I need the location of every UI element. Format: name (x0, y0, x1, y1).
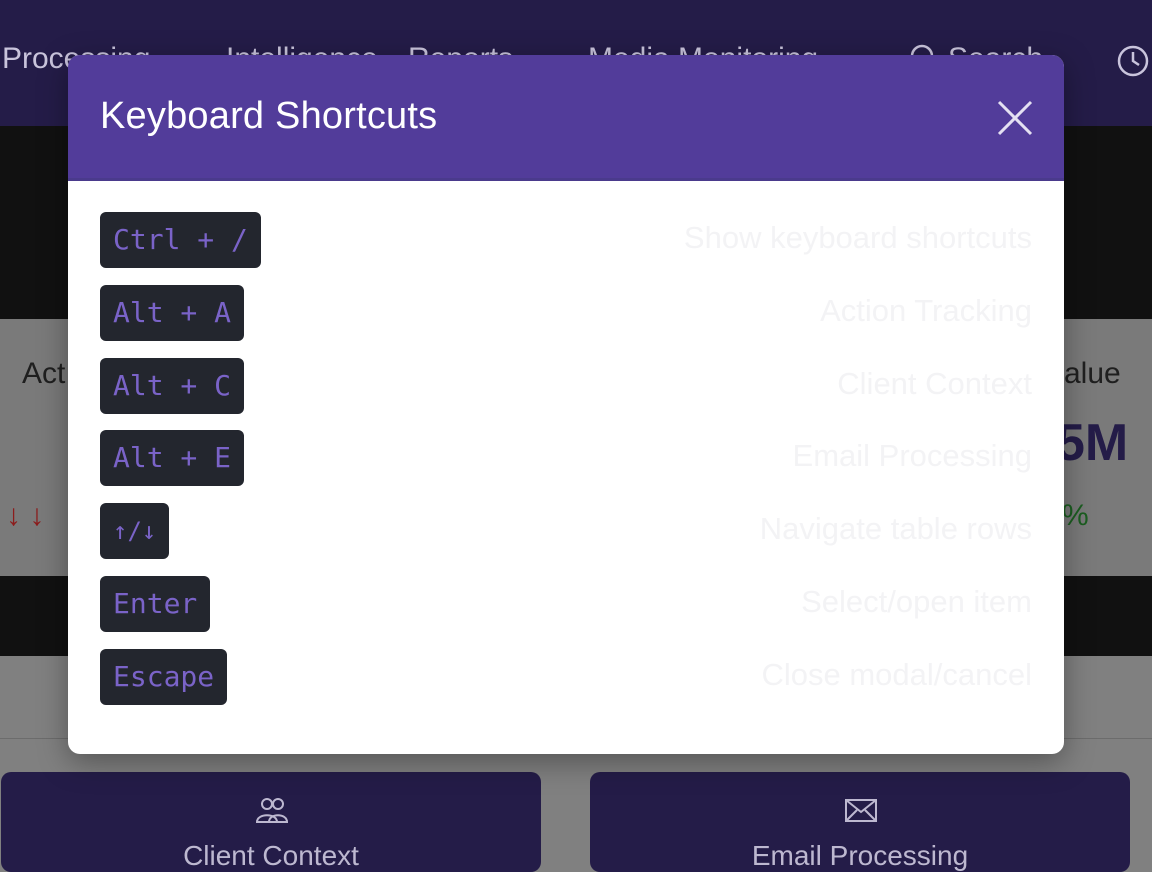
stat-value: 5M (1056, 414, 1129, 472)
keyboard-shortcuts-modal: Keyboard Shortcuts Ctrl + / Show keyboar… (68, 55, 1064, 754)
modal-title: Keyboard Shortcuts (100, 95, 438, 137)
trend-down-icon: ↓ ↓ (6, 499, 45, 532)
people-icon (255, 798, 289, 823)
shortcut-description: Client Context (837, 366, 1032, 401)
shortcut-key: Escape (100, 649, 228, 705)
shortcut-description: Show keyboard shortcuts (683, 220, 1032, 255)
shortcut-description: Email Processing (792, 438, 1032, 473)
shortcut-row: Alt + C Client Context (100, 358, 1032, 416)
shortcut-key: ↑/↓ (100, 503, 170, 559)
email-processing-card[interactable]: Email Processing (590, 772, 1130, 872)
stat-label: Act (22, 357, 66, 390)
client-context-card[interactable]: Client Context (1, 772, 541, 872)
shortcut-key: Alt + C (100, 358, 245, 414)
shortcut-key: Enter (100, 576, 211, 632)
card-label: Email Processing (751, 840, 969, 871)
shortcut-row: Alt + E Email Processing (100, 430, 1032, 488)
shortcut-key: Alt + E (100, 430, 245, 486)
shortcut-key: Alt + A (100, 285, 245, 341)
shortcut-description: Action Tracking (820, 293, 1032, 328)
shortcut-row: ↑/↓ Navigate table rows (100, 503, 1032, 561)
shortcut-row: Alt + A Action Tracking (100, 285, 1032, 343)
stat-change: % (1062, 499, 1089, 532)
shortcut-description: Close modal/cancel (761, 657, 1032, 692)
clock-icon[interactable] (1116, 44, 1150, 78)
modal-header: Keyboard Shortcuts (68, 55, 1064, 181)
shortcut-row: Escape Close modal/cancel (100, 649, 1032, 707)
shortcut-description: Select/open item (801, 584, 1032, 619)
shortcut-key: Ctrl + / (100, 212, 261, 268)
envelope-icon (845, 799, 877, 822)
close-icon[interactable] (993, 96, 1037, 140)
shortcut-row: Ctrl + / Show keyboard shortcuts (100, 212, 1032, 270)
shortcut-row: Enter Select/open item (100, 576, 1032, 634)
stat-label-value: alue (1064, 357, 1121, 390)
shortcut-description: Navigate table rows (759, 511, 1032, 546)
card-label: Client Context (183, 840, 359, 871)
